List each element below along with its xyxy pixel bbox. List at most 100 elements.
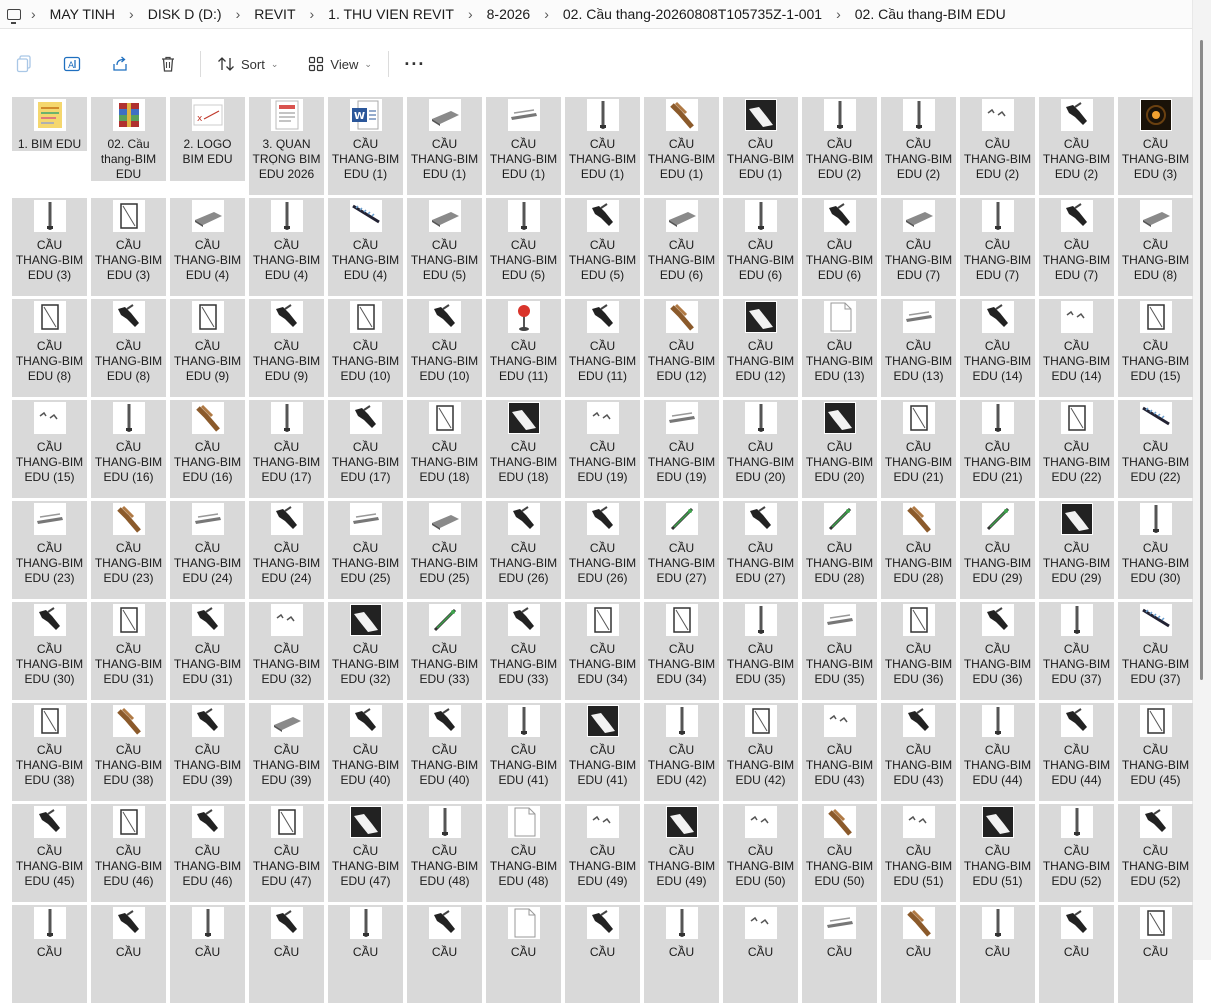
- file-item[interactable]: CẦU THANG-BIM EDU (48): [407, 804, 482, 902]
- file-item[interactable]: CẦU THANG-BIM EDU (34): [644, 602, 719, 700]
- file-item[interactable]: CẦU: [565, 905, 640, 1003]
- file-item[interactable]: CẦU THANG-BIM EDU (11): [486, 299, 561, 397]
- file-item[interactable]: x 2. LOGO BIM EDU: [170, 97, 245, 181]
- file-item[interactable]: CẦU: [486, 905, 561, 1003]
- chevron-right-icon[interactable]: ›: [466, 6, 475, 22]
- chevron-right-icon[interactable]: ›: [234, 6, 243, 22]
- file-item[interactable]: CẦU THANG-BIM EDU (2): [960, 97, 1035, 195]
- breadcrumb-item[interactable]: 1. THU VIEN REVIT: [316, 6, 466, 22]
- file-item[interactable]: CẦU THANG-BIM EDU (52): [1039, 804, 1114, 902]
- file-item[interactable]: CẦU THANG-BIM EDU (14): [1039, 299, 1114, 397]
- file-item[interactable]: CẦU THANG-BIM EDU (38): [12, 703, 87, 801]
- breadcrumb-item[interactable]: MAY TINH: [38, 6, 127, 22]
- file-item[interactable]: 3. QUAN TRỌNG BIM EDU 2026: [249, 97, 324, 195]
- file-item[interactable]: CẦU THANG-BIM EDU (12): [723, 299, 798, 397]
- file-item[interactable]: CẦU THANG-BIM EDU (17): [249, 400, 324, 498]
- breadcrumb-item[interactable]: REVIT: [242, 6, 307, 22]
- file-item[interactable]: CẦU THANG-BIM EDU (29): [960, 501, 1035, 599]
- file-item[interactable]: W CẦU THANG-BIM EDU (1): [328, 97, 403, 195]
- file-item[interactable]: CẦU THANG-BIM EDU (12): [644, 299, 719, 397]
- file-item[interactable]: CẦU THANG-BIM EDU (16): [170, 400, 245, 498]
- file-item[interactable]: CẦU THANG-BIM EDU (9): [170, 299, 245, 397]
- file-item[interactable]: CẦU: [644, 905, 719, 1003]
- file-item[interactable]: CẦU: [91, 905, 166, 1003]
- file-item[interactable]: CẦU: [881, 905, 956, 1003]
- file-item[interactable]: CẦU THANG-BIM EDU (4): [170, 198, 245, 296]
- file-item[interactable]: CẦU: [802, 905, 877, 1003]
- chevron-right-icon[interactable]: ›: [308, 6, 317, 22]
- file-item[interactable]: CẦU: [723, 905, 798, 1003]
- file-item[interactable]: CẦU THANG-BIM EDU (13): [881, 299, 956, 397]
- file-item[interactable]: CẦU THANG-BIM EDU (11): [565, 299, 640, 397]
- more-options-button[interactable]: ···: [397, 48, 433, 80]
- file-item[interactable]: CẦU: [249, 905, 324, 1003]
- file-item[interactable]: CẦU THANG-BIM EDU (31): [170, 602, 245, 700]
- chevron-right-icon[interactable]: ›: [29, 6, 38, 22]
- file-item[interactable]: CẦU THANG-BIM EDU (2): [802, 97, 877, 195]
- file-item[interactable]: CẦU THANG-BIM EDU (15): [12, 400, 87, 498]
- file-item[interactable]: CẦU THANG-BIM EDU (3): [91, 198, 166, 296]
- file-item[interactable]: CẦU THANG-BIM EDU (52): [1118, 804, 1193, 902]
- breadcrumb-item[interactable]: 8-2026: [475, 6, 543, 22]
- file-item[interactable]: CẦU THANG-BIM EDU (41): [486, 703, 561, 801]
- file-item[interactable]: CẦU THANG-BIM EDU (44): [1039, 703, 1114, 801]
- address-bar[interactable]: › MAY TINH › DISK D (D:) › REVIT › 1. TH…: [0, 0, 1193, 29]
- file-item[interactable]: CẦU THANG-BIM EDU (4): [249, 198, 324, 296]
- file-item[interactable]: CẦU THANG-BIM EDU (41): [565, 703, 640, 801]
- file-item[interactable]: CẦU THANG-BIM EDU (45): [12, 804, 87, 902]
- file-item[interactable]: CẦU THANG-BIM EDU (9): [249, 299, 324, 397]
- file-item[interactable]: CẦU THANG-BIM EDU (42): [644, 703, 719, 801]
- share-icon[interactable]: [96, 48, 144, 80]
- file-item[interactable]: CẦU THANG-BIM EDU (7): [1039, 198, 1114, 296]
- file-item[interactable]: CẦU THANG-BIM EDU (19): [644, 400, 719, 498]
- file-item[interactable]: CẦU: [1039, 905, 1114, 1003]
- file-item[interactable]: CẦU THANG-BIM EDU (6): [644, 198, 719, 296]
- file-item[interactable]: 02. Cầu thang-BIM EDU: [91, 97, 166, 181]
- file-item[interactable]: CẦU THANG-BIM EDU (1): [565, 97, 640, 195]
- file-item[interactable]: CẦU THANG-BIM EDU (5): [486, 198, 561, 296]
- view-button[interactable]: View ⌄: [300, 48, 380, 80]
- file-item[interactable]: CẦU THANG-BIM EDU (14): [960, 299, 1035, 397]
- file-item[interactable]: CẦU THANG-BIM EDU (47): [249, 804, 324, 902]
- file-item[interactable]: CẦU THANG-BIM EDU (2): [881, 97, 956, 195]
- file-item[interactable]: CẦU: [12, 905, 87, 1003]
- vertical-scrollbar[interactable]: [1192, 0, 1211, 960]
- file-item[interactable]: CẦU THANG-BIM EDU (1): [723, 97, 798, 195]
- file-item[interactable]: CẦU THANG-BIM EDU (50): [802, 804, 877, 902]
- breadcrumb-item-current[interactable]: 02. Cầu thang-BIM EDU: [843, 6, 1018, 22]
- file-item[interactable]: CẦU THANG-BIM EDU (32): [249, 602, 324, 700]
- file-item[interactable]: CẦU THANG-BIM EDU (47): [328, 804, 403, 902]
- delete-icon[interactable]: [144, 48, 192, 80]
- file-item[interactable]: CẦU THANG-BIM EDU (30): [1118, 501, 1193, 599]
- file-item[interactable]: CẦU THANG-BIM EDU (43): [881, 703, 956, 801]
- file-item[interactable]: CẦU THANG-BIM EDU (50): [723, 804, 798, 902]
- file-item[interactable]: CẦU THANG-BIM EDU (7): [960, 198, 1035, 296]
- file-item[interactable]: CẦU THANG-BIM EDU (48): [486, 804, 561, 902]
- file-item[interactable]: CẦU THANG-BIM EDU (39): [249, 703, 324, 801]
- file-item[interactable]: CẦU THANG-BIM EDU (51): [881, 804, 956, 902]
- file-item[interactable]: CẦU THANG-BIM EDU (5): [565, 198, 640, 296]
- file-item[interactable]: CẦU THANG-BIM EDU (8): [91, 299, 166, 397]
- file-item[interactable]: CẦU THANG-BIM EDU (7): [881, 198, 956, 296]
- file-item[interactable]: CẦU THANG-BIM EDU (6): [723, 198, 798, 296]
- file-item[interactable]: CẦU THANG-BIM EDU (49): [565, 804, 640, 902]
- file-item[interactable]: CẦU THANG-BIM EDU (8): [1118, 198, 1193, 296]
- chevron-right-icon[interactable]: ›: [834, 6, 843, 22]
- file-item[interactable]: CẦU THANG-BIM EDU (28): [881, 501, 956, 599]
- file-item[interactable]: CẦU THANG-BIM EDU (24): [249, 501, 324, 599]
- sort-button[interactable]: Sort ⌄: [209, 48, 286, 80]
- file-item[interactable]: CẦU THANG-BIM EDU (10): [407, 299, 482, 397]
- file-item[interactable]: CẦU THANG-BIM EDU (39): [170, 703, 245, 801]
- file-item[interactable]: CẦU THANG-BIM EDU (5): [407, 198, 482, 296]
- computer-icon[interactable]: [7, 8, 21, 24]
- file-item[interactable]: CẦU THANG-BIM EDU (26): [565, 501, 640, 599]
- file-item[interactable]: CẦU THANG-BIM EDU (24): [170, 501, 245, 599]
- file-item[interactable]: CẦU THANG-BIM EDU (8): [12, 299, 87, 397]
- file-item[interactable]: CẦU THANG-BIM EDU (18): [407, 400, 482, 498]
- file-item[interactable]: 1. BIM EDU: [12, 97, 87, 151]
- file-item[interactable]: CẦU THANG-BIM EDU (13): [802, 299, 877, 397]
- file-item[interactable]: CẦU THANG-BIM EDU (23): [91, 501, 166, 599]
- file-item[interactable]: CẦU THANG-BIM EDU (22): [1118, 400, 1193, 498]
- file-item[interactable]: CẦU THANG-BIM EDU (33): [486, 602, 561, 700]
- scrollbar-thumb[interactable]: [1200, 40, 1203, 680]
